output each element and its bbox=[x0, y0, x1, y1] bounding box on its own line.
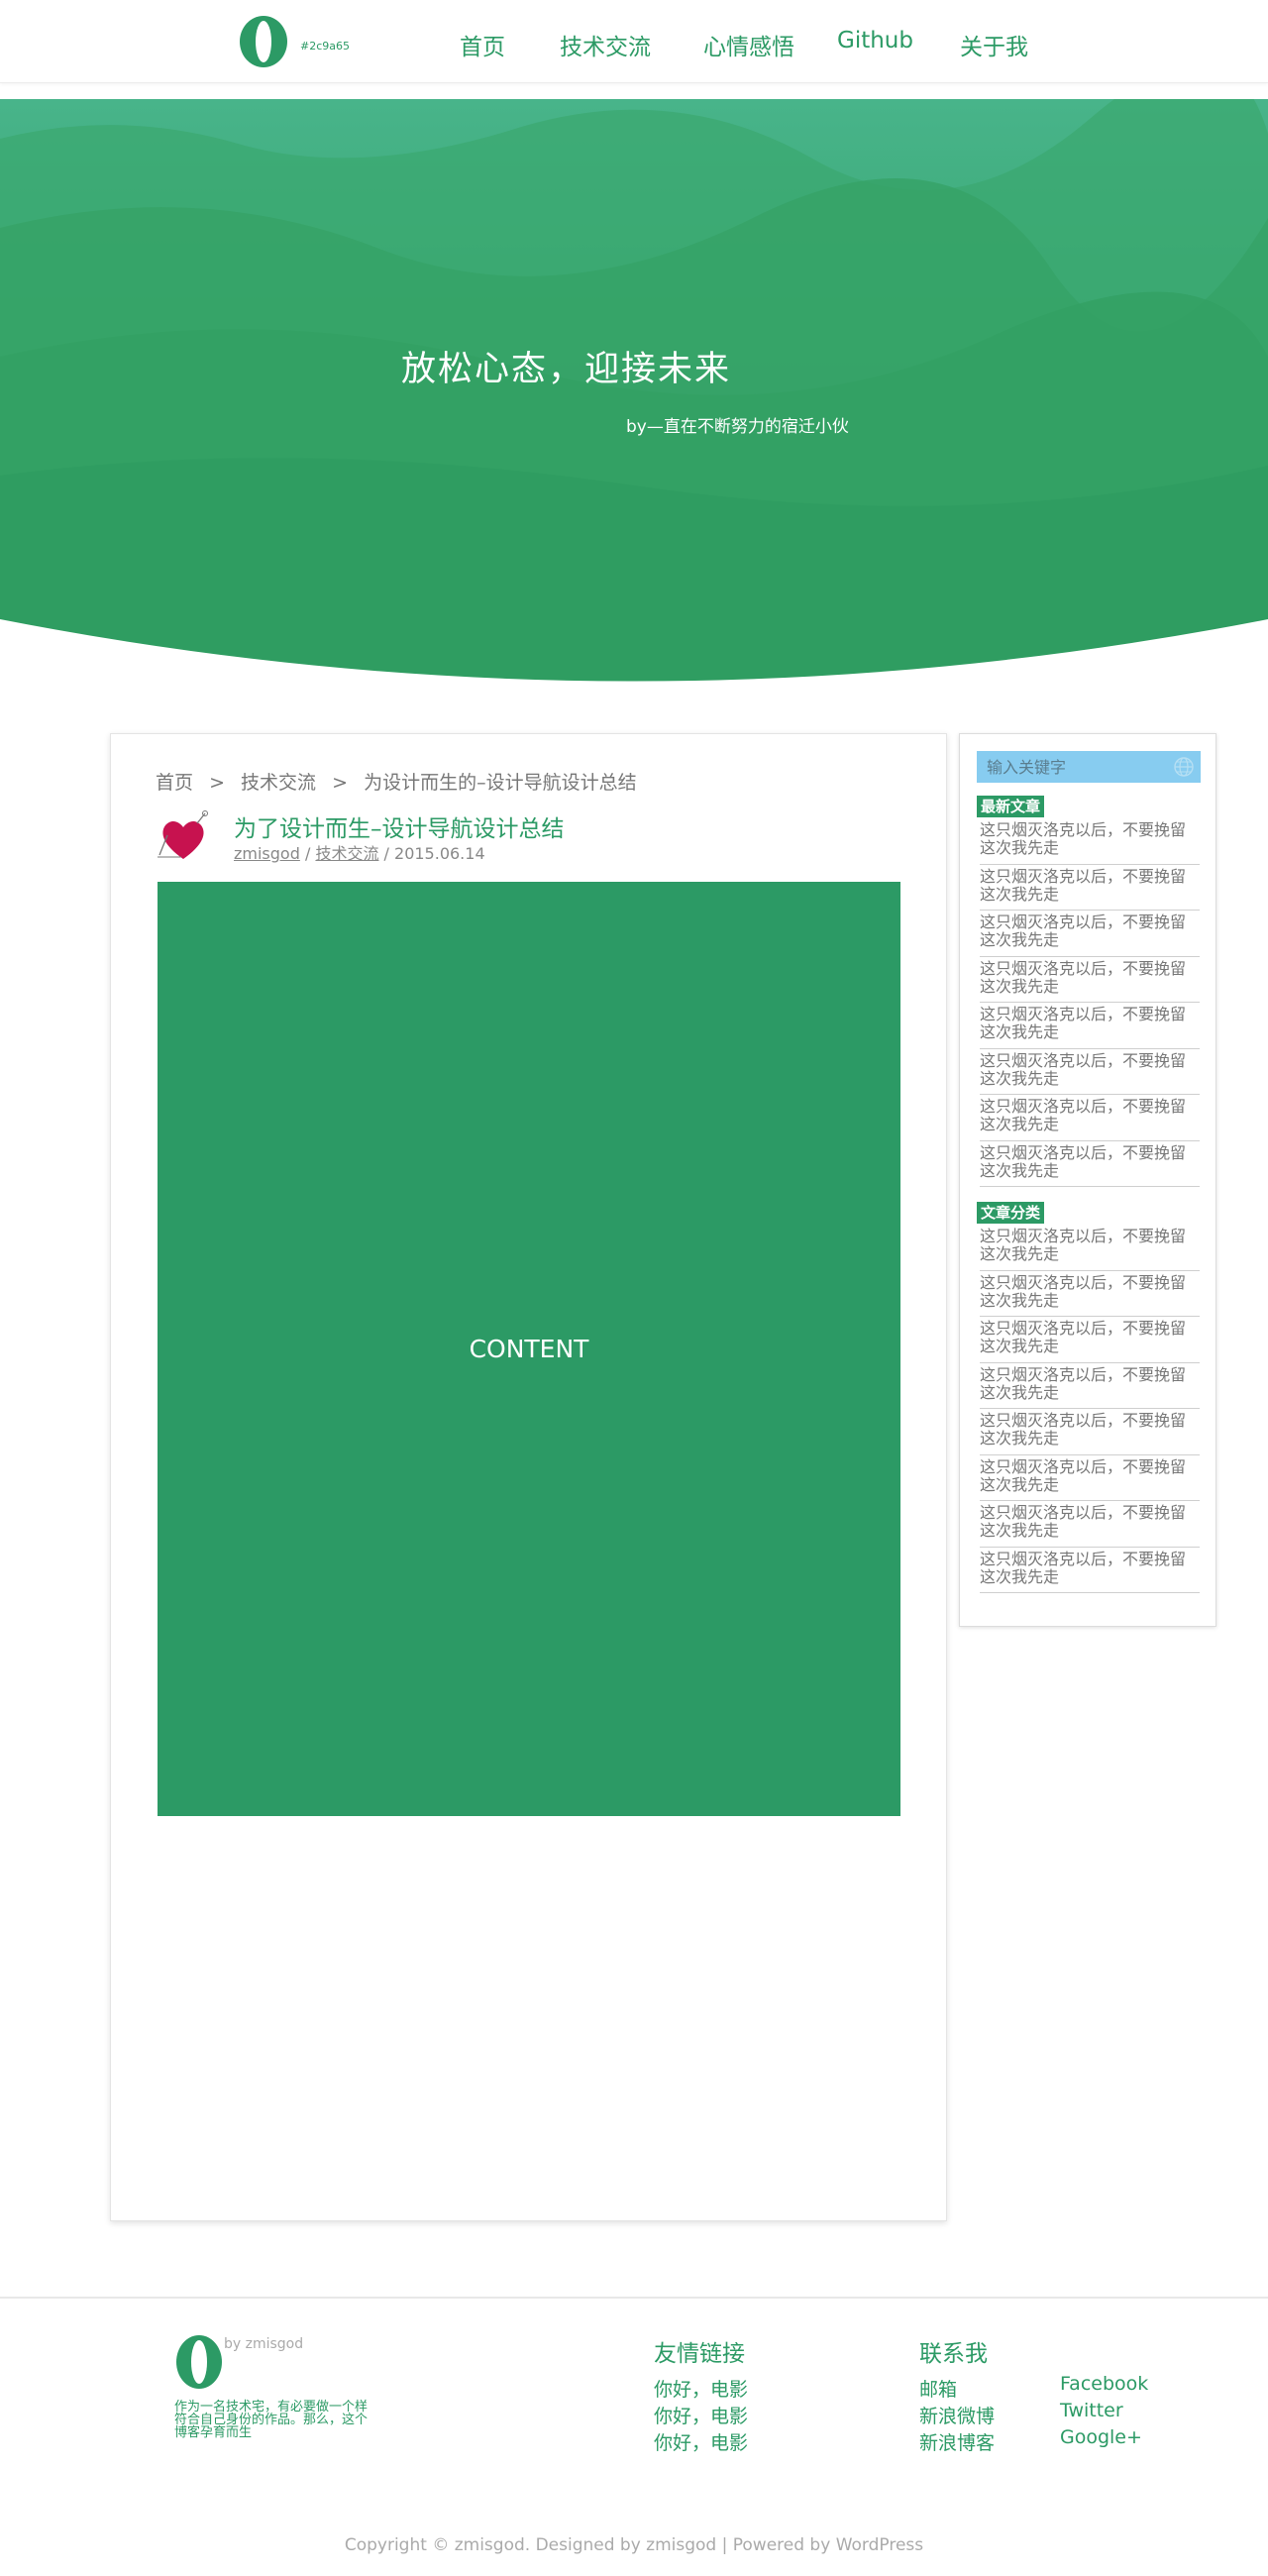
nav-mood[interactable]: 心情感悟 bbox=[703, 28, 794, 61]
contact-email-link[interactable]: 邮箱 bbox=[919, 2375, 957, 2402]
category-item[interactable]: 这只烟灭洛克以后，不要挽留这次我先走 bbox=[980, 1409, 1200, 1455]
category-item[interactable]: 这只烟灭洛克以后，不要挽留这次我先走 bbox=[980, 1225, 1200, 1271]
categories-label: 文章分类 bbox=[977, 1202, 1045, 1224]
latest-post-item[interactable]: 这只烟灭洛克以后，不要挽留这次我先走 bbox=[980, 1003, 1200, 1049]
nav-about[interactable]: 关于我 bbox=[960, 28, 1028, 61]
nav-github[interactable]: Github bbox=[837, 28, 913, 54]
friend-link[interactable]: 你好，电影 bbox=[654, 2402, 748, 2428]
friend-link[interactable]: 你好，电影 bbox=[654, 2375, 748, 2402]
friends-heading: 友情链接 bbox=[654, 2341, 745, 2367]
copyright-text: Copyright © zmisgod. Designed by zmisgod… bbox=[344, 2535, 924, 2555]
nav-tech[interactable]: 技术交流 bbox=[560, 28, 651, 61]
top-navbar: #2c9a65 首页 技术交流 心情感悟 Github 关于我 bbox=[0, 0, 1268, 83]
category-item[interactable]: 这只烟灭洛克以后，不要挽留这次我先走 bbox=[980, 1317, 1200, 1363]
latest-post-item[interactable]: 这只烟灭洛克以后，不要挽留这次我先走 bbox=[980, 1141, 1200, 1187]
post-content-area: CONTENT bbox=[158, 882, 900, 1816]
footer-by: by zmisgod bbox=[224, 2336, 304, 2352]
breadcrumb: 首页 > 技术交流 > 为设计而生的–设计导航设计总结 bbox=[156, 768, 637, 795]
friend-link[interactable]: 你好，电影 bbox=[654, 2428, 748, 2455]
breadcrumb-separator: > bbox=[332, 772, 349, 794]
hero-title: 放松心态，迎接未来 bbox=[401, 350, 732, 389]
contact-facebook-link[interactable]: Facebook bbox=[1060, 2373, 1148, 2395]
post-category-link[interactable]: 技术交流 bbox=[315, 844, 378, 863]
breadcrumb-current: 为设计而生的–设计导航设计总结 bbox=[364, 772, 637, 794]
post-meta: zmisgod / 技术交流 / 2015.06.14 bbox=[234, 840, 485, 864]
content-placeholder: CONTENT bbox=[469, 1335, 589, 1363]
category-item[interactable]: 这只烟灭洛克以后，不要挽留这次我先走 bbox=[980, 1455, 1200, 1501]
breadcrumb-category[interactable]: 技术交流 bbox=[241, 772, 316, 794]
latest-post-item[interactable]: 这只烟灭洛克以后，不要挽留这次我先走 bbox=[980, 1049, 1200, 1095]
sidebar: 最新文章 这只烟灭洛克以后，不要挽留这次我先走 这只烟灭洛克以后，不要挽留这次我… bbox=[959, 733, 1216, 1627]
category-item[interactable]: 这只烟灭洛克以后，不要挽留这次我先走 bbox=[980, 1271, 1200, 1317]
category-item[interactable]: 这只烟灭洛克以后，不要挽留这次我先走 bbox=[980, 1363, 1200, 1409]
latest-posts-label: 最新文章 bbox=[977, 796, 1045, 817]
footer-description: 作为一名技术宅，有必要做一个样符合自己身份的作品。那么，这个博客孕育而生 bbox=[174, 2400, 369, 2440]
breadcrumb-separator: > bbox=[209, 772, 225, 794]
meta-separator: / bbox=[299, 844, 316, 863]
nav-home[interactable]: 首页 bbox=[460, 28, 505, 61]
main-nav: 首页 技术交流 心情感悟 Github 关于我 bbox=[0, 28, 1268, 60]
footer-logo bbox=[173, 2332, 227, 2392]
categories-list: 这只烟灭洛克以后，不要挽留这次我先走 这只烟灭洛克以后，不要挽留这次我先走 这只… bbox=[980, 1225, 1200, 1593]
meta-separator: / bbox=[378, 844, 395, 863]
latest-posts-list: 这只烟灭洛克以后，不要挽留这次我先走 这只烟灭洛克以后，不要挽留这次我先走 这只… bbox=[980, 818, 1200, 1187]
post-card: 首页 > 技术交流 > 为设计而生的–设计导航设计总结 为了设计而生–设计导航设… bbox=[110, 733, 947, 2221]
category-item[interactable]: 这只烟灭洛克以后，不要挽留这次我先走 bbox=[980, 1501, 1200, 1548]
balloon-heart-icon bbox=[156, 809, 211, 865]
contact-blog-link[interactable]: 新浪博客 bbox=[919, 2428, 995, 2455]
footer-divider bbox=[0, 2297, 1268, 2299]
contact-weibo-link[interactable]: 新浪微博 bbox=[919, 2402, 995, 2428]
contact-heading: 联系我 bbox=[919, 2341, 988, 2367]
search-input[interactable] bbox=[977, 752, 1165, 782]
post-title[interactable]: 为了设计而生–设计导航设计总结 bbox=[234, 809, 565, 843]
latest-post-item[interactable]: 这只烟灭洛克以后，不要挽留这次我先走 bbox=[980, 1095, 1200, 1141]
globe-icon[interactable] bbox=[1173, 756, 1195, 778]
latest-post-item[interactable]: 这只烟灭洛克以后，不要挽留这次我先走 bbox=[980, 911, 1200, 957]
hero-landscape-image bbox=[0, 99, 1268, 684]
category-item[interactable]: 这只烟灭洛克以后，不要挽留这次我先走 bbox=[980, 1548, 1200, 1593]
hero-subtitle: by—直在不断努力的宿迁小伙 bbox=[626, 417, 849, 437]
latest-post-item[interactable]: 这只烟灭洛克以后，不要挽留这次我先走 bbox=[980, 957, 1200, 1003]
breadcrumb-home[interactable]: 首页 bbox=[156, 772, 193, 794]
search-box bbox=[977, 751, 1201, 783]
contact-twitter-link[interactable]: Twitter bbox=[1060, 2400, 1123, 2421]
latest-post-item[interactable]: 这只烟灭洛克以后，不要挽留这次我先走 bbox=[980, 818, 1200, 865]
contact-google-link[interactable]: Google+ bbox=[1060, 2426, 1142, 2448]
hero-banner: 放松心态，迎接未来 by—直在不断努力的宿迁小伙 bbox=[0, 99, 1268, 684]
latest-post-item[interactable]: 这只烟灭洛克以后，不要挽留这次我先走 bbox=[980, 865, 1200, 911]
post-date: 2015.06.14 bbox=[394, 844, 485, 863]
post-author-link[interactable]: zmisgod bbox=[234, 844, 300, 863]
logo-o-icon bbox=[176, 2335, 222, 2389]
